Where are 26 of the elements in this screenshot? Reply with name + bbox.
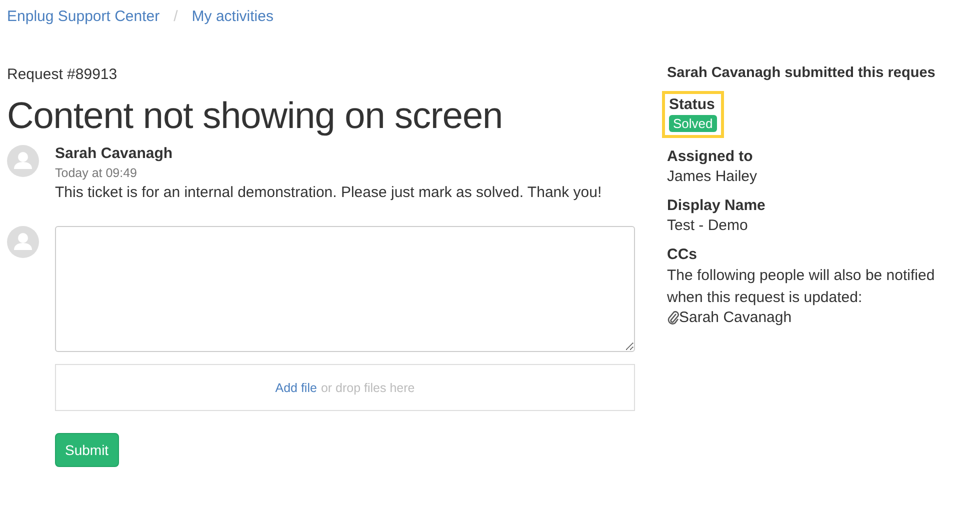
field-label: Assigned to	[667, 148, 754, 165]
field-label: CCs	[667, 246, 698, 263]
drop-hint: or drop files here	[320, 380, 415, 394]
avatar-icon	[7, 145, 39, 177]
paperclip-icon	[667, 310, 679, 325]
field-label: Display Name	[667, 197, 766, 214]
breadcrumb-link[interactable]: My activities	[192, 8, 274, 25]
breadcrumb-separator: /	[174, 8, 178, 25]
request-title: Content not showing on screen	[7, 95, 504, 137]
add-file-link[interactable]: Add file	[275, 380, 317, 394]
submit-button[interactable]: Submit	[55, 433, 119, 467]
field-value: Test - Demo	[667, 216, 749, 236]
reply-field[interactable]	[55, 226, 635, 352]
comment-author: Sarah Cavanagh	[55, 145, 174, 162]
comment-time: Today at 09:49	[55, 166, 138, 180]
comment-body: This ticket is for an internal demonstration. Please just mark as solved. Thank you!	[55, 183, 602, 203]
submitter-text: Sarah Cavanagh submitted this reques	[667, 65, 936, 81]
file-drop-zone[interactable]: Add file or drop files here	[55, 364, 635, 411]
field-label: Status	[669, 96, 715, 113]
request-number: Request #89913	[7, 66, 118, 83]
avatar-icon	[7, 226, 39, 258]
status-badge: Solved	[669, 115, 717, 132]
cc-note: The following people will also be notified when this request is updated:	[667, 266, 936, 308]
cc-person: Sarah Cavanagh	[679, 309, 792, 326]
breadcrumb-link[interactable]: Enplug Support Center	[7, 8, 160, 25]
field-value: James Hailey	[667, 167, 758, 187]
